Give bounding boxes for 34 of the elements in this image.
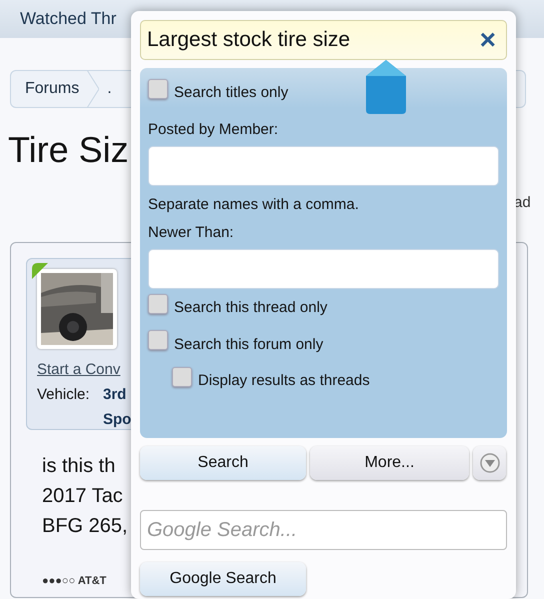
search-button[interactable]: Search [140,446,306,480]
vehicle-value: Spo [103,410,132,430]
field-label: Posted by Member: [148,120,280,140]
breadcrumb-link[interactable]: Forums [25,77,80,101]
post-text-line: BFG 265, [42,514,128,539]
field-label: Newer Than: [148,222,235,242]
checkbox[interactable] [148,330,168,350]
text-field[interactable] [148,146,499,186]
cursor-handle-icon [366,60,406,116]
start-conversation-link[interactable]: Start a Conv [37,359,120,382]
google-search-field[interactable]: Google Search... [140,510,507,550]
online-indicator-icon [32,263,48,279]
checkbox-label: Search this forum only [174,334,324,354]
more-button[interactable]: More... [310,446,469,480]
text-field[interactable] [148,249,499,289]
post-text-line: 2017 Tac [42,484,123,509]
google-search-button[interactable]: Google Search [140,562,306,596]
carrier-status-text: ●●●○○ AT&T [42,574,106,589]
checkbox-label: Search titles only [174,83,288,103]
checkbox[interactable] [148,294,168,314]
vehicle-label: Vehicle: [37,385,90,405]
post-text-line: is this th [42,454,116,479]
checkbox[interactable] [172,366,192,386]
search-field[interactable]: Largest stock tire size × [140,20,507,60]
clear-button[interactable]: × [476,26,500,54]
breadcrumb-link[interactable]: . [107,77,112,101]
header-link[interactable]: Watched Thr [20,9,116,28]
checkbox[interactable] [148,78,168,98]
checkbox-label: Search this thread only [174,298,328,318]
dropdown-button[interactable] [473,446,506,480]
vehicle-value: 3rd [103,385,126,405]
thread-title: Tire Siz [8,128,129,172]
checkbox-label: Display results as threads [198,371,370,391]
hint-text: Separate names with a comma. [148,195,360,215]
